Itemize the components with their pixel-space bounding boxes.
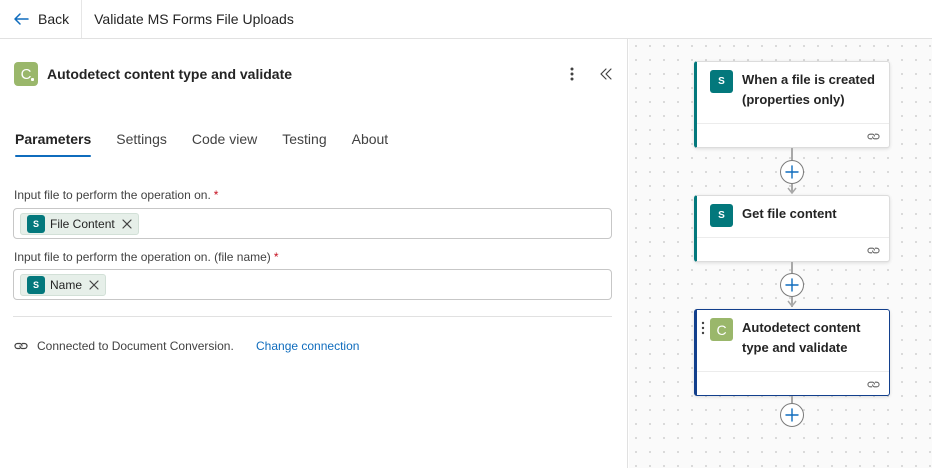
insert-step-button[interactable]	[780, 273, 804, 297]
required-marker: *	[273, 250, 279, 264]
name-token[interactable]: S Name	[20, 273, 107, 296]
top-bar: Back Validate MS Forms File Uploads	[0, 0, 932, 39]
back-label: Back	[38, 11, 70, 27]
link-icon	[867, 381, 880, 388]
close-icon	[122, 218, 132, 229]
document-conversion-icon: C	[14, 62, 38, 86]
panel-title: Autodetect content type and validate	[47, 66, 293, 82]
remove-token-button[interactable]	[88, 279, 100, 291]
input-file-field[interactable]: S File Content	[13, 208, 612, 239]
action-details-panel: C Autodetect content type and validate P…	[0, 39, 628, 468]
input-file-name-label-text: Input file to perform the operation on. …	[14, 250, 271, 264]
link-icon	[867, 247, 880, 254]
card-footer	[697, 123, 889, 147]
sharepoint-icon: S	[710, 204, 733, 227]
arrow-down-icon	[787, 187, 797, 195]
card-title: Get file content	[742, 206, 837, 221]
close-icon	[89, 279, 99, 290]
divider	[13, 316, 612, 317]
tab-settings[interactable]: Settings	[116, 131, 167, 157]
card-title: Autodetect content type and validate	[742, 320, 861, 355]
document-conversion-icon: C	[710, 318, 733, 341]
panel-header: C Autodetect content type and validate	[14, 61, 616, 87]
token-text: File Content	[50, 216, 115, 231]
action-card-get-file-content[interactable]: S Get file content	[694, 195, 890, 262]
plus-icon	[785, 278, 799, 292]
connection-status: Connected to Document Conversion.	[14, 339, 234, 353]
connection-text: Connected to Document Conversion.	[37, 339, 234, 353]
insert-step-button[interactable]	[780, 160, 804, 184]
link-icon	[14, 342, 28, 350]
flow-title: Validate MS Forms File Uploads	[94, 11, 294, 27]
file-content-token[interactable]: S File Content	[20, 212, 139, 235]
collapse-panel-button[interactable]	[596, 64, 616, 84]
action-card-autodetect-content-type[interactable]: C Autodetect content type and validate	[694, 309, 890, 396]
link-icon	[867, 133, 880, 140]
arrow-down-icon	[787, 300, 797, 308]
tab-parameters[interactable]: Parameters	[15, 131, 92, 157]
more-vertical-icon	[570, 67, 574, 81]
panel-tabs: Parameters Settings Code view Testing Ab…	[15, 131, 413, 157]
back-button[interactable]: Back	[0, 0, 83, 38]
plus-icon	[785, 165, 799, 179]
tab-about[interactable]: About	[352, 131, 389, 157]
tab-code-view[interactable]: Code view	[192, 131, 257, 157]
sharepoint-icon: S	[27, 214, 45, 233]
sharepoint-icon: S	[27, 275, 45, 294]
input-file-name-field[interactable]: S Name	[13, 269, 612, 300]
card-title: When a file is created (properties only)	[742, 72, 875, 107]
input-file-label-text: Input file to perform the operation on.	[14, 188, 211, 202]
flow-canvas[interactable]: S When a file is created (properties onl…	[629, 39, 932, 468]
remove-token-button[interactable]	[121, 218, 133, 230]
card-footer	[697, 371, 889, 395]
sharepoint-icon: S	[710, 70, 733, 93]
card-footer	[697, 237, 889, 261]
plus-icon	[785, 408, 799, 422]
arrow-left-icon	[14, 13, 29, 25]
insert-step-button[interactable]	[780, 403, 804, 427]
tab-testing[interactable]: Testing	[282, 131, 326, 157]
drag-handle-icon[interactable]	[701, 321, 705, 335]
chevron-double-left-icon	[600, 68, 612, 80]
required-marker: *	[213, 188, 219, 202]
trigger-card-when-file-created[interactable]: S When a file is created (properties onl…	[694, 61, 890, 148]
change-connection-link[interactable]: Change connection	[256, 339, 359, 353]
more-options-button[interactable]	[562, 64, 582, 84]
token-text: Name	[50, 277, 83, 292]
document-conversion-icon-letter: C	[20, 65, 32, 83]
input-file-label: Input file to perform the operation on. *	[14, 188, 218, 202]
input-file-name-label: Input file to perform the operation on. …	[14, 250, 278, 264]
